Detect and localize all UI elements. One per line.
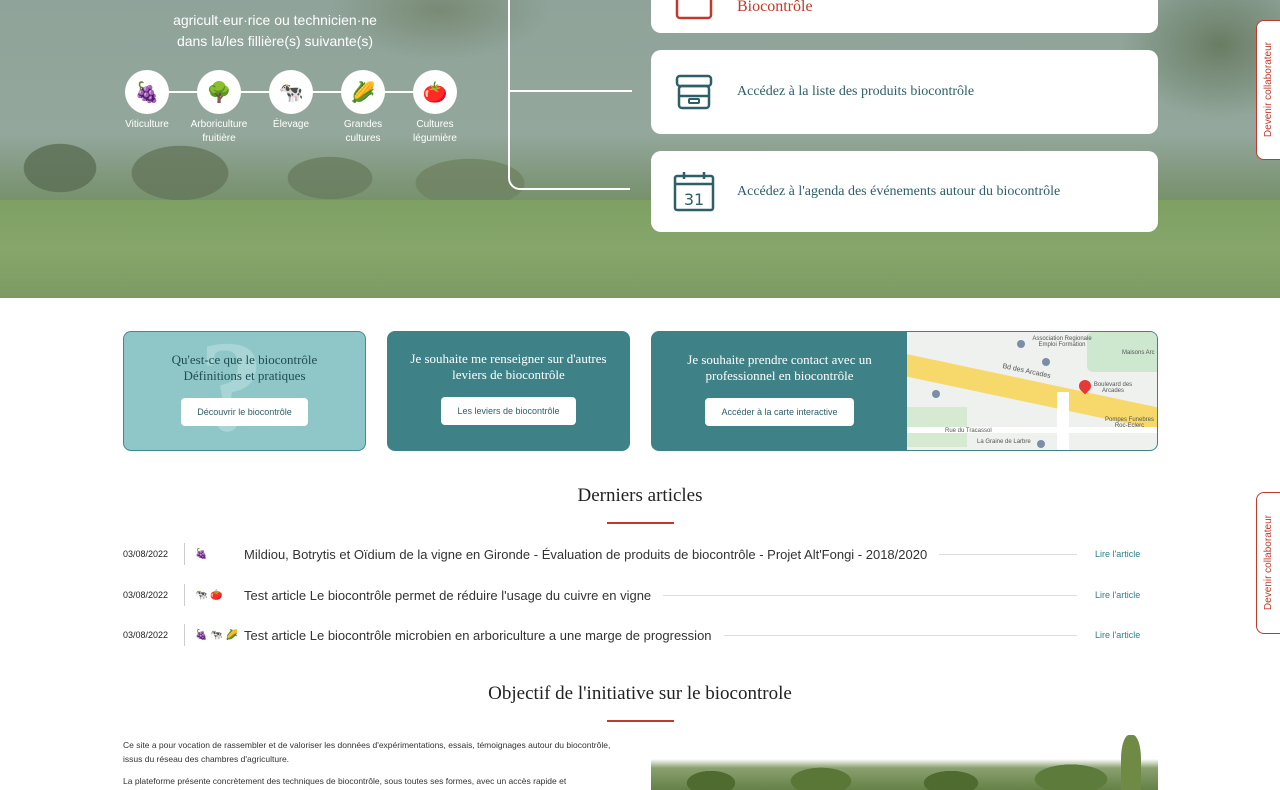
hero-banner: agricult·eur·rice ou technicien·ne dans …	[0, 0, 1280, 298]
article-date: 03/08/2022	[123, 549, 169, 559]
filiere-selector: 🍇 Viticulture 🌳 Arboriculture fruitière …	[120, 70, 470, 150]
image-trees	[651, 763, 1158, 790]
cta-title-line: leviers de biocontrôle	[452, 367, 565, 382]
lire-article-link[interactable]: Lire l'article	[1095, 630, 1141, 640]
carte-interactive-button[interactable]: Accéder à la carte interactive	[705, 398, 854, 426]
map-poi-icon	[1017, 340, 1025, 348]
calendar-day: 31	[684, 190, 704, 209]
article-separator	[184, 584, 185, 606]
leviers-biocontrole-button[interactable]: Les leviers de biocontrôle	[441, 397, 576, 425]
objectif-title: Objectif de l'initiative sur le biocontr…	[488, 683, 792, 704]
filiere-label: Élevage	[272, 119, 310, 130]
filiere-elevage[interactable]: 🐄 Élevage	[256, 70, 326, 132]
calendar-icon: 31	[672, 170, 716, 214]
objectif-paragraph: La plateforme présente concrètement des …	[123, 776, 567, 786]
grape-icon: 🍇	[125, 70, 169, 114]
filiere-label: Grandes cultures	[343, 119, 383, 144]
cta-title-line: Définitions et pratiques	[183, 368, 306, 383]
article-title[interactable]: Test article Le biocontrôle microbien en…	[244, 628, 712, 643]
archive-box-icon	[672, 70, 716, 114]
article-title[interactable]: Mildiou, Botrytis et Oïdium de la vigne …	[244, 547, 927, 562]
hero-card-produits[interactable]: Accédez à la liste des produits biocontr…	[651, 50, 1158, 134]
filiere-cultures-legumieres[interactable]: 🍅 Cultures légumière	[400, 70, 470, 146]
article-date: 03/08/2022	[123, 590, 169, 600]
devenir-collaborateur-label: Devenir collaborateur	[1263, 42, 1274, 138]
cta-card-title: Je souhaite me renseigner sur d'autres l…	[387, 351, 630, 383]
article-separator	[184, 624, 185, 646]
filiere-icons: 🍇 🐄 🌽	[195, 629, 238, 641]
objectif-landscape-image	[651, 735, 1158, 790]
cta-title-line: professionnel en biocontrôle	[705, 368, 854, 383]
cta-card-contact: Je souhaite prendre contact avec un prof…	[651, 331, 1158, 451]
filiere-label: Viticulture	[125, 119, 169, 130]
map-poi-icon	[1042, 358, 1050, 366]
hero-connector	[508, 0, 632, 190]
map-poi-icon	[1037, 440, 1045, 448]
article-title[interactable]: Test article Le biocontrôle permet de ré…	[244, 588, 651, 603]
filiere-label: Cultures légumière	[413, 119, 457, 144]
map-side-road	[1057, 392, 1069, 450]
article-row[interactable]: 03/08/2022 🍇 🐄 🌽 Test article Le biocont…	[123, 624, 1158, 646]
tree-icon: 🌳	[197, 70, 241, 114]
map-label: Maisons Arc	[1122, 350, 1155, 356]
hero-intro-line2: dans la/les fillière(s) suivante(s)	[176, 33, 374, 49]
cta-title-line: Je souhaite prendre contact avec un	[687, 352, 872, 367]
cow-icon: 🐄	[269, 70, 313, 114]
tomato-icon: 🍅	[413, 70, 457, 114]
hero-card-text: Accédez à la liste des produits biocontr…	[737, 84, 975, 99]
map-label: La Graine de Larbre	[977, 439, 1031, 445]
book-icon	[672, 0, 716, 29]
lire-article-link[interactable]: Lire l'article	[1095, 590, 1141, 600]
hero-intro-line1: agricult·eur·rice ou technicien·ne	[173, 12, 377, 28]
objectif-paragraph: Ce site a pour vocation de rassembler et…	[123, 740, 611, 764]
objectif-text: Ce site a pour vocation de rassembler et…	[123, 738, 613, 790]
article-row[interactable]: 03/08/2022 🐄 🍅 Test article Le biocontrô…	[123, 584, 1158, 606]
filiere-icons: 🐄 🍅	[195, 589, 223, 601]
article-leader-line	[723, 634, 1077, 636]
decouvrir-biocontrole-button[interactable]: Découvrir le biocontrôle	[181, 398, 308, 426]
map-preview[interactable]: Bd des Arcades Boulevard des Arcades La …	[907, 332, 1157, 450]
filiere-viticulture[interactable]: 🍇 Viticulture	[112, 70, 182, 132]
map-label: Association Regionale Emploi Formation	[1032, 336, 1092, 348]
hero-card-text: Biocontrôle	[737, 0, 813, 15]
hero-intro: agricult·eur·rice ou technicien·ne dans …	[120, 10, 430, 52]
question-mark-watermark: ?	[199, 331, 264, 451]
map-label: Rue du Tracassol	[945, 428, 992, 434]
article-leader-line	[663, 594, 1077, 596]
cta-card-title: Qu'est-ce que le biocontrôle Définitions…	[124, 352, 365, 384]
map-label: Pompes Funebres Roc-Eclerc	[1104, 417, 1155, 429]
cta-title-line: Qu'est-ce que le biocontrôle	[171, 352, 318, 367]
cta-card-leviers: Je souhaite me renseigner sur d'autres l…	[387, 331, 630, 451]
filiere-arboriculture[interactable]: 🌳 Arboriculture fruitière	[184, 70, 254, 146]
lire-article-link[interactable]: Lire l'article	[1095, 549, 1141, 559]
cta-card-definition: ? Qu'est-ce que le biocontrôle Définitio…	[123, 331, 366, 451]
map-label: Boulevard des Arcades	[1093, 382, 1133, 394]
article-leader-line	[939, 553, 1077, 555]
cta-card-title: Je souhaite prendre contact avec un prof…	[652, 352, 907, 384]
corn-icon: 🌽	[341, 70, 385, 114]
hero-card-biocontrole[interactable]: Biocontrôle	[651, 0, 1158, 33]
hero-card-agenda[interactable]: 31 Accédez à l'agenda des événements aut…	[651, 151, 1158, 232]
articles-title: Derniers articles	[577, 485, 703, 506]
cta-contact-left: Je souhaite prendre contact avec un prof…	[652, 332, 907, 450]
devenir-collaborateur-label: Devenir collaborateur	[1263, 515, 1274, 611]
filiere-label: Arboriculture fruitière	[190, 119, 248, 144]
hero-card-text: Accédez à l'agenda des événements autour…	[737, 183, 1061, 199]
objectif-title-underline	[607, 720, 674, 722]
filiere-grandes-cultures[interactable]: 🌽 Grandes cultures	[328, 70, 398, 146]
article-date: 03/08/2022	[123, 630, 169, 640]
article-row[interactable]: 03/08/2022 🍇 Mildiou, Botrytis et Oïdium…	[123, 543, 1158, 565]
devenir-collaborateur-tab[interactable]: Devenir collaborateur	[1256, 492, 1280, 634]
cta-title-line: Je souhaite me renseigner sur d'autres	[410, 351, 607, 366]
article-separator	[184, 543, 185, 565]
devenir-collaborateur-tab[interactable]: Devenir collaborateur	[1256, 20, 1280, 160]
image-poplar	[1121, 735, 1141, 790]
hero-connector-branch	[510, 90, 632, 92]
filiere-icons: 🍇	[195, 548, 208, 560]
articles-title-underline	[607, 522, 674, 524]
map-poi-icon	[932, 390, 940, 398]
